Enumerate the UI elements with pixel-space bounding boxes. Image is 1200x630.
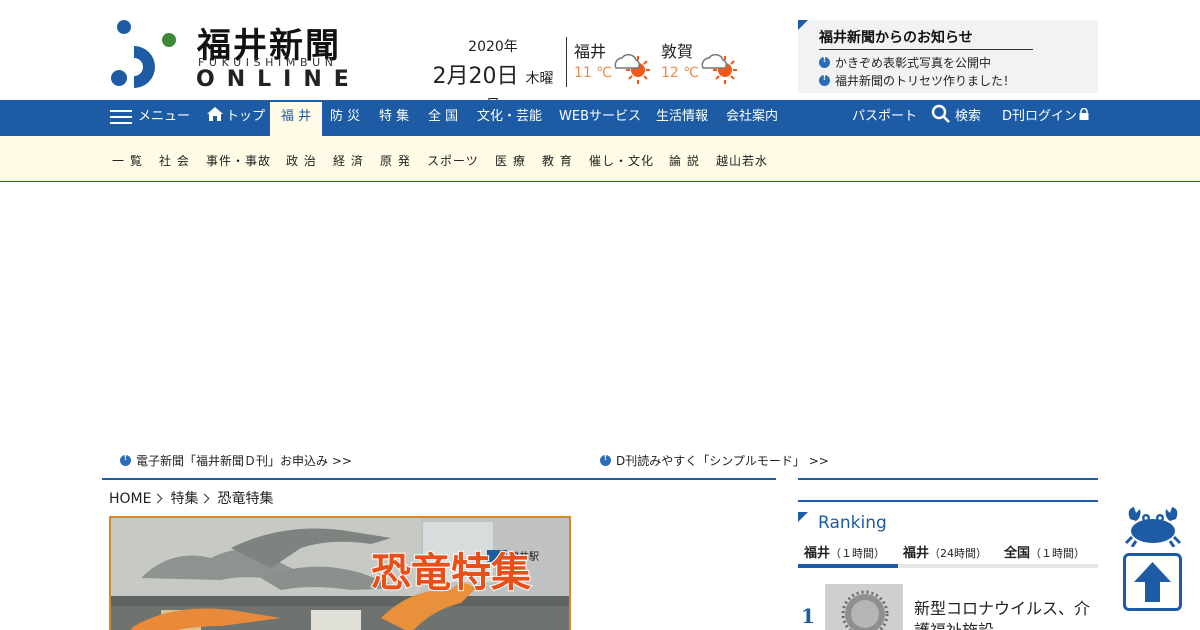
hero-title: 恐竜特集	[371, 549, 531, 596]
simple-mode-link[interactable]: D刊読みやすく「シンプルモード」 >>	[600, 452, 829, 469]
info-icon	[600, 453, 611, 466]
tab-sub: （１時間）	[830, 547, 886, 560]
divider	[566, 37, 567, 87]
menu-button[interactable]: メニュー	[110, 100, 190, 136]
hero-banner[interactable]: 福井駅 恐竜特集	[109, 516, 571, 630]
subnav-item[interactable]: 政 治	[286, 152, 317, 169]
ranking-title: Ranking	[818, 513, 887, 533]
notice-item[interactable]: 福井新聞のトリセツ作りました！	[819, 72, 1015, 89]
lock-icon	[1079, 108, 1089, 120]
notice-item-text: かきぞめ表彰式写真を公開中	[835, 56, 992, 70]
login-label: D刊ログイン	[1002, 109, 1078, 124]
search-button[interactable]: 検索	[931, 100, 981, 136]
chevron-right-icon	[200, 493, 210, 504]
notice-title: 福井新聞からのお知らせ	[819, 27, 1033, 50]
date-year: 2020年	[468, 39, 518, 55]
weather-tsuruga[interactable]: 敦賀 12 ℃	[661, 38, 741, 84]
subnav-item[interactable]: 一 覧	[112, 152, 143, 169]
breadcrumb: HOME 特集 恐竜特集	[109, 488, 273, 508]
subnav-item[interactable]: 原 発	[380, 152, 411, 169]
virus-image	[825, 584, 903, 630]
subnav-item[interactable]: 論 説	[669, 152, 700, 169]
corner-marker	[798, 512, 808, 522]
main-nav: メニュー トップ 福 井 防 災 特 集 全 国 文化・芸能 WEBサービス 生…	[0, 100, 1200, 138]
sub-nav: 一 覧 社 会 事件・事故 政 治 経 済 原 発 スポーツ 医 療 教 育 催…	[0, 136, 1200, 182]
info-icon	[819, 73, 830, 86]
breadcrumb-home[interactable]: HOME	[109, 491, 151, 507]
tab-label: 福井	[804, 546, 831, 561]
search-label: 検索	[955, 109, 982, 124]
crab-mascot-icon[interactable]	[1124, 505, 1182, 547]
hero-image: 福井駅 恐竜特集	[111, 518, 569, 630]
ranking-box: Ranking 福井（１時間） 福井（24時間） 全国（１時間） 1 新型コロナ…	[798, 500, 1098, 630]
notice-box: 福井新聞からのお知らせ かきぞめ表彰式写真を公開中 福井新聞のトリセツ作りました…	[798, 20, 1098, 93]
rank-number: 1	[801, 604, 815, 628]
subnav-item[interactable]: 催し・文化	[589, 152, 654, 169]
back-to-top-button[interactable]	[1123, 553, 1182, 611]
site-logo[interactable]: 福井新聞 FUKUISHIMBUN ONLINE	[110, 18, 355, 93]
tab-sub: （24時間）	[929, 547, 988, 560]
nav-bunka[interactable]: 文化・芸能	[477, 100, 542, 136]
chevron-right-icon	[153, 493, 163, 504]
brand-online: ONLINE	[196, 67, 361, 92]
nav-fukui[interactable]: 福 井	[270, 102, 323, 138]
site-header: 福井新聞 FUKUISHIMBUN ONLINE 2020年 2月20日 木曜日…	[0, 0, 1200, 113]
home-icon	[207, 107, 223, 121]
info-icon	[120, 453, 131, 466]
date-month-day: 2月20日	[432, 64, 519, 89]
breadcrumb-current: 恐竜特集	[217, 491, 274, 507]
subnav-item[interactable]: 医 療	[495, 152, 526, 169]
nav-seikatsu[interactable]: 生活情報	[656, 100, 708, 136]
search-icon	[931, 104, 950, 123]
info-icon	[819, 55, 830, 68]
ranking-tabs: 福井（１時間） 福井（24時間） 全国（１時間）	[798, 540, 1098, 568]
tab-sub: （１時間）	[1030, 547, 1086, 560]
subnav-item[interactable]: スポーツ	[427, 152, 479, 169]
corner-marker	[798, 20, 808, 30]
subnav-item[interactable]: 教 育	[542, 152, 573, 169]
rank-headline[interactable]: 新型コロナウイルス、介護福祉施設	[914, 598, 1094, 630]
dkan-signup-link[interactable]: 電子新聞「福井新聞Ｄ刊」お申込み >>	[120, 452, 352, 469]
link-text: D刊読みやすく「シンプルモード」 >>	[616, 454, 829, 468]
notice-item[interactable]: かきぞめ表彰式写真を公開中	[819, 54, 991, 71]
nav-top[interactable]: トップ	[206, 100, 265, 136]
nav-web-service[interactable]: WEBサービス	[559, 100, 641, 136]
hamburger-icon	[110, 109, 132, 125]
weather-fukui[interactable]: 福井 11 ℃	[574, 38, 654, 84]
cloudy-sunny-icon	[701, 54, 737, 84]
subnav-item[interactable]: 社 会	[159, 152, 190, 169]
subnav-item[interactable]: 越山若水	[716, 152, 768, 169]
arrow-up-icon	[1134, 562, 1171, 602]
tab-label: 全国	[1004, 546, 1031, 561]
divider	[102, 478, 776, 480]
nav-zenkoku[interactable]: 全 国	[428, 100, 458, 136]
divider	[798, 478, 1098, 480]
menu-label: メニュー	[138, 109, 191, 124]
cloudy-sunny-icon	[614, 54, 650, 84]
logo-mark-icon	[111, 20, 176, 88]
nav-tokushu[interactable]: 特 集	[379, 100, 409, 136]
subnav-item[interactable]: 経 済	[333, 152, 364, 169]
nav-top-label: トップ	[226, 109, 266, 124]
passport-link[interactable]: パスポート	[852, 100, 917, 136]
login-link[interactable]: D刊ログイン	[1002, 100, 1089, 136]
ranking-tab[interactable]: 福井（24時間）	[903, 542, 987, 561]
nav-kaisha[interactable]: 会社案内	[726, 100, 778, 136]
ranking-tab[interactable]: 福井（１時間）	[804, 542, 885, 561]
active-tab-indicator	[798, 564, 898, 568]
ranking-tab[interactable]: 全国（１時間）	[1004, 542, 1085, 561]
link-text: 電子新聞「福井新聞Ｄ刊」お申込み >>	[136, 454, 352, 468]
rank-thumbnail[interactable]	[825, 584, 903, 630]
tab-label: 福井	[903, 546, 930, 561]
breadcrumb-tokushu[interactable]: 特集	[170, 491, 198, 507]
nav-bousai[interactable]: 防 災	[330, 100, 360, 136]
subnav-item[interactable]: 事件・事故	[206, 152, 271, 169]
notice-item-text: 福井新聞のトリセツ作りました！	[835, 74, 1016, 88]
